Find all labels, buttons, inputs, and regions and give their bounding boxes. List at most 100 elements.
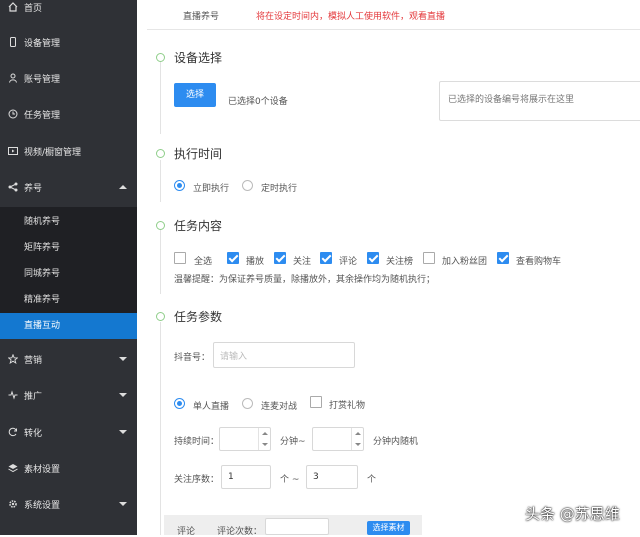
user-icon [8, 73, 18, 83]
sidebar-item-promote[interactable]: 推广 [0, 383, 137, 407]
clock-icon [8, 109, 18, 119]
timeline-line [160, 62, 161, 134]
caret-up-icon[interactable] [355, 432, 361, 435]
caret-down-icon[interactable] [262, 443, 268, 446]
sidebar-item-accounts[interactable]: 账号管理 [0, 66, 137, 90]
star-icon [7, 353, 19, 365]
comment-count-input[interactable] [265, 518, 329, 535]
select-material-button[interactable]: 选择素材 [367, 521, 410, 535]
sidebar-item-label: 转化 [24, 428, 43, 439]
checkbox-label: 评论 [339, 257, 358, 267]
minute-separator: 分钟~ [280, 437, 306, 447]
sidebar-item-label: 养号 [24, 183, 43, 194]
douyin-label: 抖音号： [174, 353, 211, 363]
checkbox-cart[interactable] [497, 252, 509, 264]
follow-suffix: 个 [367, 475, 377, 485]
submenu-item-live[interactable]: 直播互动 [0, 313, 137, 339]
follow-separator: 个 ~ [280, 475, 300, 485]
caret-down-icon[interactable] [355, 443, 361, 446]
selected-devices-box: 已选择的设备编号将展示在这里 [439, 81, 640, 121]
comment-count-label: 评论次数： [217, 527, 263, 537]
tab-live-yanghao[interactable]: 直播养号 [183, 9, 219, 22]
sidebar-item-label: 设备管理 [24, 38, 61, 49]
layers-icon [8, 463, 18, 473]
sidebar-item-home[interactable]: 首页 [0, 0, 137, 14]
radio-exec-now[interactable] [174, 180, 185, 191]
douyin-input[interactable]: 请输入 [213, 342, 355, 368]
submenu-item-label: 精准养号 [24, 295, 61, 305]
refresh-icon [8, 427, 18, 437]
comment-row: 评论 评论次数： 选择素材 [164, 515, 422, 537]
checkbox-follow-rank[interactable] [367, 252, 379, 264]
timeline-line [160, 230, 161, 294]
chevron-down-icon [119, 357, 127, 361]
radio-exec-scheduled[interactable] [242, 180, 253, 191]
notice-text: 将在设定时间内，模拟人工使用软件，观看直播 [256, 12, 446, 22]
stepper-arrows[interactable] [258, 428, 270, 450]
step-dot [156, 149, 165, 158]
chevron-up-icon [119, 185, 127, 189]
sidebar-item-label: 账号管理 [24, 74, 61, 85]
submenu-item-random[interactable]: 随机养号 [0, 209, 137, 235]
chevron-down-icon [119, 430, 127, 434]
checkbox-gift[interactable] [310, 396, 322, 408]
duration-min-stepper[interactable] [219, 427, 271, 451]
selected-device-count: 已选择0个设备 [228, 97, 288, 107]
tip-text: 温馨提醒：为保证养号质量，除播放外，其余操作均为随机执行； [174, 275, 436, 285]
sidebar-item-material[interactable]: 素材设置 [0, 456, 137, 480]
checkbox-select-all[interactable] [174, 252, 186, 264]
gear-icon [8, 499, 18, 509]
follow-to-input[interactable]: 3 [306, 465, 358, 489]
section-title-params: 任务参数 [174, 310, 223, 324]
checkbox-label: 关注 [293, 257, 312, 267]
checkbox-label: 打赏礼物 [329, 401, 366, 411]
main-content: 直播养号 将在设定时间内，模拟人工使用软件，观看直播 设备选择 选择 已选择0个… [137, 0, 640, 537]
checkbox-fan-club[interactable] [423, 252, 435, 264]
radio-pk-battle[interactable] [242, 398, 253, 409]
sidebar-item-tasks[interactable]: 任务管理 [0, 102, 137, 126]
video-icon [8, 146, 18, 156]
stepper-arrows[interactable] [351, 428, 363, 450]
checkbox-label: 加入粉丝团 [442, 257, 488, 267]
submenu-item-label: 矩阵养号 [24, 243, 61, 253]
duration-max-stepper[interactable] [312, 427, 364, 451]
step-dot [156, 53, 165, 62]
caret-up-icon[interactable] [262, 432, 268, 435]
sidebar-item-video[interactable]: 视频/橱窗管理 [0, 139, 137, 163]
step-dot [156, 312, 165, 321]
timeline-line [160, 160, 161, 202]
select-device-button[interactable]: 选择 [174, 83, 216, 107]
sidebar-item-system[interactable]: 系统设置 [0, 492, 137, 516]
sidebar-item-devices[interactable]: 设备管理 [0, 30, 137, 54]
sidebar-item-label: 系统设置 [24, 500, 61, 511]
pulse-icon [8, 390, 18, 400]
radio-label: 单人直播 [193, 402, 230, 412]
sidebar-item-label: 任务管理 [24, 110, 61, 121]
page-header: 直播养号 将在设定时间内，模拟人工使用软件，观看直播 [147, 0, 640, 30]
chevron-down-icon [119, 393, 127, 397]
section-title-device: 设备选择 [174, 51, 223, 65]
sidebar-item-yanghao[interactable]: 养号 [0, 175, 137, 199]
sidebar-item-convert[interactable]: 转化 [0, 420, 137, 444]
sidebar: 首页 设备管理 账号管理 任务管理 视频/橱窗管理 养号 随机养号 矩阵养号 同… [0, 0, 137, 535]
checkbox-comment[interactable] [320, 252, 332, 264]
sidebar-item-label: 首页 [24, 3, 43, 14]
follow-from-input[interactable]: 1 [221, 465, 271, 489]
checkbox-label: 关注榜 [386, 257, 414, 267]
sidebar-item-label: 营销 [24, 355, 43, 366]
submenu-item-label: 直播互动 [24, 321, 61, 331]
checkbox-label: 播放 [246, 257, 265, 267]
checkbox-label: 全选 [194, 257, 213, 267]
radio-label: 连麦对战 [261, 402, 298, 412]
share-icon [8, 182, 18, 192]
checkbox-play[interactable] [227, 252, 239, 264]
submenu-item-local[interactable]: 同城养号 [0, 261, 137, 287]
submenu-item-precise[interactable]: 精准养号 [0, 287, 137, 313]
submenu-item-matrix[interactable]: 矩阵养号 [0, 235, 137, 261]
chevron-down-icon [119, 502, 127, 506]
checkbox-follow[interactable] [274, 252, 286, 264]
sidebar-item-marketing[interactable]: 营销 [0, 347, 137, 371]
comment-label: 评论 [177, 527, 196, 537]
section-title-task-content: 任务内容 [174, 219, 223, 233]
radio-single-live[interactable] [174, 398, 185, 409]
